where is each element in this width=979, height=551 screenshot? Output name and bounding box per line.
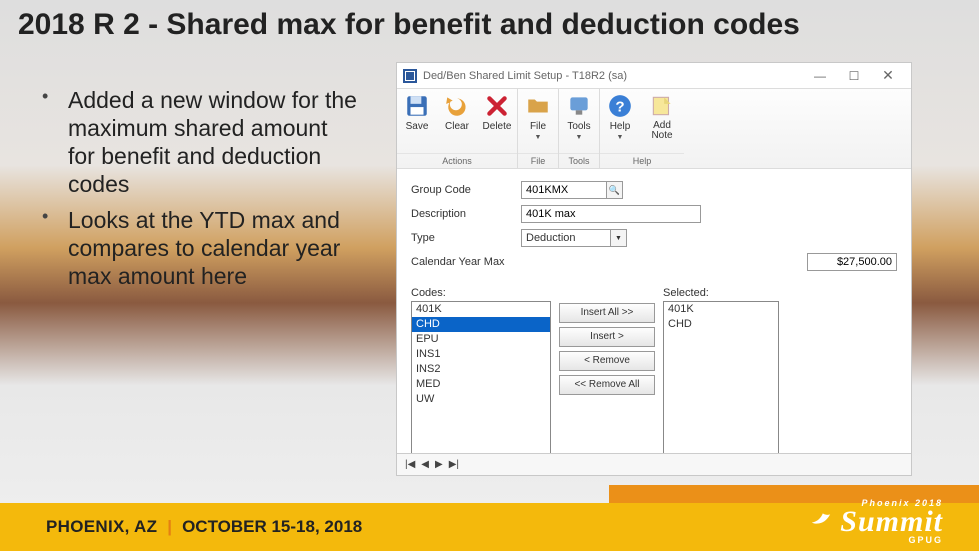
type-label: Type: [411, 232, 521, 244]
record-navigator: |◀ ◀ ▶ ▶|: [397, 453, 911, 475]
ribbon-group-label: Tools: [559, 153, 599, 168]
insert-all-button[interactable]: Insert All >>: [559, 303, 655, 323]
list-item[interactable]: CHD: [664, 317, 778, 332]
list-item[interactable]: 401K: [664, 302, 778, 317]
delete-button[interactable]: Delete: [477, 89, 517, 153]
lookup-icon[interactable]: 🔍: [607, 181, 623, 199]
cymax-input[interactable]: [807, 253, 897, 271]
maximize-button[interactable]: ☐: [837, 66, 871, 86]
insert-button[interactable]: Insert >: [559, 327, 655, 347]
ribbon-group-tools: Tools ▼ Tools: [559, 89, 600, 168]
list-item[interactable]: 401K: [412, 302, 550, 317]
file-button[interactable]: File ▼: [518, 89, 558, 153]
list-item[interactable]: MED: [412, 377, 550, 392]
bullet-item: Added a new window for the maximum share…: [40, 86, 360, 198]
ribbon-group-label: Actions: [397, 153, 517, 168]
clear-button[interactable]: Clear: [437, 89, 477, 153]
minimize-button[interactable]: —: [803, 66, 837, 86]
close-button[interactable]: ✕: [871, 66, 905, 86]
footer: PHOENIX, AZ | OCTOBER 15-18, 2018 Phoeni…: [0, 485, 979, 551]
chevron-down-icon: ▼: [617, 134, 624, 141]
selected-label: Selected:: [663, 287, 779, 299]
nav-last-button[interactable]: ▶|: [449, 459, 459, 470]
bullet-list: Added a new window for the maximum share…: [40, 86, 360, 298]
tools-button[interactable]: Tools ▼: [559, 89, 599, 153]
help-icon: ?: [607, 93, 633, 119]
list-item[interactable]: EPU: [412, 332, 550, 347]
save-icon: [404, 93, 430, 119]
list-item[interactable]: UW: [412, 392, 550, 407]
remove-all-button[interactable]: << Remove All: [559, 375, 655, 395]
list-item[interactable]: INS1: [412, 347, 550, 362]
remove-button[interactable]: < Remove: [559, 351, 655, 371]
app-window: Ded/Ben Shared Limit Setup - T18R2 (sa) …: [396, 62, 912, 476]
description-input[interactable]: [521, 205, 701, 223]
ribbon-group-label: File: [518, 153, 558, 168]
undo-icon: [444, 93, 470, 119]
group-code-input[interactable]: [521, 181, 607, 199]
codes-label: Codes:: [411, 287, 551, 299]
cymax-label: Calendar Year Max: [411, 256, 521, 268]
delete-icon: [484, 93, 510, 119]
window-titlebar: Ded/Ben Shared Limit Setup - T18R2 (sa) …: [397, 63, 911, 89]
chevron-down-icon[interactable]: ▼: [611, 229, 627, 247]
help-button[interactable]: ? Help ▼: [600, 89, 640, 153]
nav-next-button[interactable]: ▶: [435, 459, 443, 470]
summit-logo: Phoenix 2018 Summit GPUG: [840, 498, 943, 545]
codes-listbox[interactable]: 401K CHD EPU INS1 INS2 MED UW: [411, 301, 551, 455]
ribbon-group-file: File ▼ File: [518, 89, 559, 168]
list-item[interactable]: INS2: [412, 362, 550, 377]
footer-location: PHOENIX, AZ: [46, 517, 157, 537]
nav-prev-button[interactable]: ◀: [421, 459, 429, 470]
add-note-button[interactable]: Add Note: [640, 89, 684, 153]
footer-dates: OCTOBER 15-18, 2018: [182, 517, 362, 537]
type-select[interactable]: Deduction: [521, 229, 611, 247]
app-icon: [403, 69, 417, 83]
window-title: Ded/Ben Shared Limit Setup - T18R2 (sa): [423, 70, 803, 82]
save-button[interactable]: Save: [397, 89, 437, 153]
summit-title: Summit: [840, 508, 943, 535]
slide-title: 2018 R 2 - Shared max for benefit and de…: [18, 8, 800, 42]
selected-listbox[interactable]: 401K CHD: [663, 301, 779, 455]
bullet-item: Looks at the YTD max and compares to cal…: [40, 206, 360, 290]
footer-separator: |: [157, 517, 182, 537]
chevron-down-icon: ▼: [576, 134, 583, 141]
bird-icon: [810, 506, 832, 528]
ribbon-group-label: Help: [600, 153, 684, 168]
nav-first-button[interactable]: |◀: [405, 459, 415, 470]
ribbon-group-actions: Save Clear Delete Actions: [397, 89, 518, 168]
chevron-down-icon: ▼: [535, 134, 542, 141]
folder-icon: [525, 93, 551, 119]
list-item[interactable]: CHD: [412, 317, 550, 332]
ribbon: Save Clear Delete Actions: [397, 89, 911, 169]
description-label: Description: [411, 208, 521, 220]
note-icon: [649, 93, 675, 119]
tools-icon: [566, 93, 592, 119]
svg-text:?: ?: [615, 98, 624, 115]
ribbon-group-help: ? Help ▼ Add Note Help: [600, 89, 684, 168]
group-code-label: Group Code: [411, 184, 521, 196]
